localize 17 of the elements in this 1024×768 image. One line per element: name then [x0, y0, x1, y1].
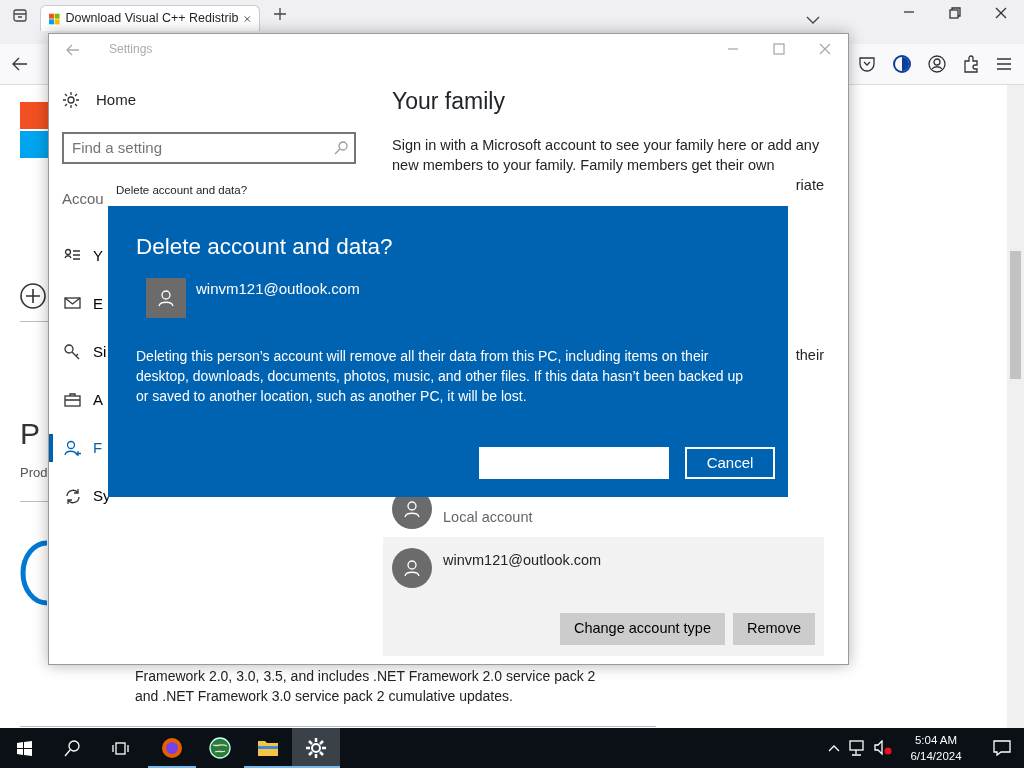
dialog-message: Deleting this person’s account will remove all their data from this PC, including items on their desktop, downloads, documents, photos, music, and other files. If this data hasn’t been backed up or saved to another location, such as another PC, it will be lost.	[136, 346, 745, 406]
text-fragment: their	[795, 345, 824, 365]
page-heading: Your family	[392, 87, 506, 116]
label-fragment: Prod	[20, 464, 48, 482]
account-type: Local account	[443, 507, 533, 527]
text-fragment: riate	[795, 175, 824, 195]
dialog-title: Delete account and data?	[136, 233, 394, 261]
body-text: Framework 2.0, 3.0, 3.5, and includes .NET Framework 2.0 service pack 2	[135, 666, 597, 686]
section-heading: Accou	[62, 188, 104, 209]
dialog-email: winvm121@outlook.com	[196, 278, 360, 299]
account-email: winvm121@outlook.com	[443, 550, 602, 570]
tab-title: Download Visual C++ Redistrib	[65, 10, 239, 28]
body-text: and .NET Framework 3.0 service pack 2 cumulative updates.	[135, 686, 514, 706]
clock-time: 5:04 AM	[913, 733, 959, 748]
window-title: Settings	[109, 41, 153, 58]
heading-fragment: P	[20, 417, 41, 451]
clock-date: 6/14/2024	[909, 749, 963, 764]
